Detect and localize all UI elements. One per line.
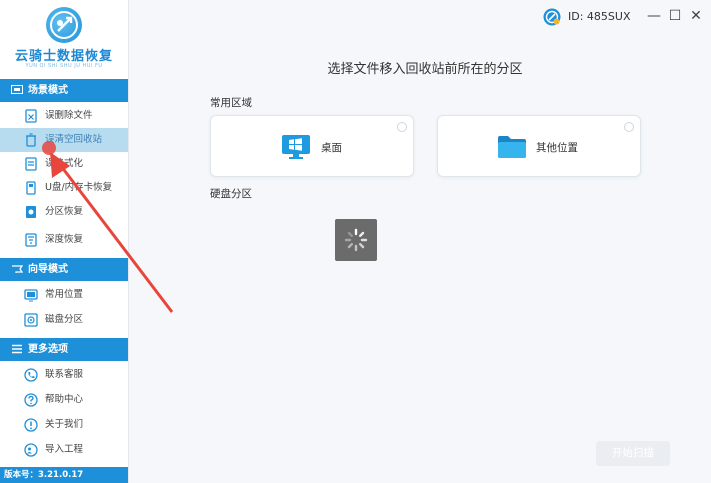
menu-icon xyxy=(12,344,22,354)
knight-logo-icon xyxy=(46,7,82,43)
user-id-label: ID: 485SUX xyxy=(568,10,631,23)
sidebar-item-contact[interactable]: 联系客服 xyxy=(0,363,128,387)
loading-spinner xyxy=(335,219,377,261)
sidebar-item-recycle-bin[interactable]: 误清空回收站 xyxy=(0,128,128,152)
sidebar-item-label: 联系客服 xyxy=(45,369,84,380)
common-location-icon xyxy=(24,289,38,302)
common-area-label: 常用区域 xyxy=(210,97,252,109)
radio-button[interactable] xyxy=(397,122,407,132)
sidebar-item-label: 导入工程 xyxy=(45,444,84,455)
knight-logo-icon xyxy=(543,8,561,26)
location-card-desktop[interactable]: 桌面 xyxy=(210,115,414,177)
sidebar-item-label: 帮助中心 xyxy=(45,394,84,405)
section-title: 场景模式 xyxy=(28,85,68,96)
partition-icon xyxy=(26,206,36,218)
minimize-button[interactable]: — xyxy=(647,8,661,24)
import-icon xyxy=(24,443,38,457)
help-icon xyxy=(24,393,38,407)
sidebar: 云骑士数据恢复 YUN QI SHI SHU JU HUI FU 场景模式 误删… xyxy=(0,0,129,483)
card-label: 桌面 xyxy=(321,142,342,154)
sidebar-item-import[interactable]: 导入工程 xyxy=(0,438,128,462)
sidebar-item-label: 分区恢复 xyxy=(45,206,84,217)
radio-button[interactable] xyxy=(624,122,634,132)
sidebar-item-label: 误清空回收站 xyxy=(45,134,103,145)
sidebar-item-label: U盘/内存卡恢复 xyxy=(45,182,113,193)
section-scene-mode: 场景模式 xyxy=(0,79,128,102)
scene-icon xyxy=(11,85,23,94)
phone-icon xyxy=(24,368,38,382)
guide-icon xyxy=(12,265,23,273)
app-logo: 云骑士数据恢复 YUN QI SHI SHU JU HUI FU xyxy=(0,0,128,78)
sidebar-item-deleted-files[interactable]: 误删除文件 xyxy=(0,104,128,128)
deleted-file-icon xyxy=(25,109,37,123)
section-title: 向导模式 xyxy=(28,264,68,275)
logo-title: 云骑士数据恢复 xyxy=(14,49,113,64)
close-button[interactable]: ✕ xyxy=(689,8,703,24)
sidebar-item-label: 深度恢复 xyxy=(45,234,84,245)
start-scan-button[interactable]: 开始扫描 xyxy=(596,441,670,466)
sidebar-item-label: 关于我们 xyxy=(45,419,84,430)
sidebar-item-label: 误删除文件 xyxy=(45,110,93,121)
disk-partition-label: 硬盘分区 xyxy=(210,188,252,200)
sidebar-item-disk-partition[interactable]: 磁盘分区 xyxy=(0,308,128,332)
recycle-bin-icon xyxy=(26,133,36,147)
section-more-options: 更多选项 xyxy=(0,338,128,361)
format-icon xyxy=(25,157,37,171)
spinner-icon xyxy=(344,228,368,252)
usb-card-icon xyxy=(26,181,36,195)
page-title: 选择文件移入回收站前所在的分区 xyxy=(327,62,523,77)
sidebar-item-about[interactable]: 关于我们 xyxy=(0,413,128,437)
sidebar-item-format[interactable]: 误格式化 xyxy=(0,152,128,176)
logo-subtitle: YUN QI SHI SHU JU HUI FU xyxy=(25,63,103,69)
section-guide-mode: 向导模式 xyxy=(0,258,128,281)
sidebar-item-label: 磁盘分区 xyxy=(45,314,84,325)
sidebar-item-deep-scan[interactable]: 深度恢复 xyxy=(0,228,128,252)
sidebar-item-partition[interactable]: 分区恢复 xyxy=(0,200,128,224)
location-card-other[interactable]: 其他位置 xyxy=(437,115,641,177)
card-label: 其他位置 xyxy=(536,142,578,154)
version-label: 版本号：3.21.0.17 xyxy=(0,467,128,483)
info-icon xyxy=(24,418,38,432)
maximize-button[interactable]: ☐ xyxy=(668,8,682,24)
folder-icon xyxy=(498,136,526,158)
desktop-icon xyxy=(282,135,310,159)
section-title: 更多选项 xyxy=(28,344,68,355)
sidebar-item-label: 常用位置 xyxy=(45,289,84,300)
sidebar-item-usb-card[interactable]: U盘/内存卡恢复 xyxy=(0,176,128,200)
deep-scan-icon xyxy=(25,233,37,247)
sidebar-item-help[interactable]: 帮助中心 xyxy=(0,388,128,412)
sidebar-item-label: 误格式化 xyxy=(45,158,84,169)
disk-partition-icon xyxy=(24,313,38,327)
sidebar-item-common-location[interactable]: 常用位置 xyxy=(0,283,128,307)
